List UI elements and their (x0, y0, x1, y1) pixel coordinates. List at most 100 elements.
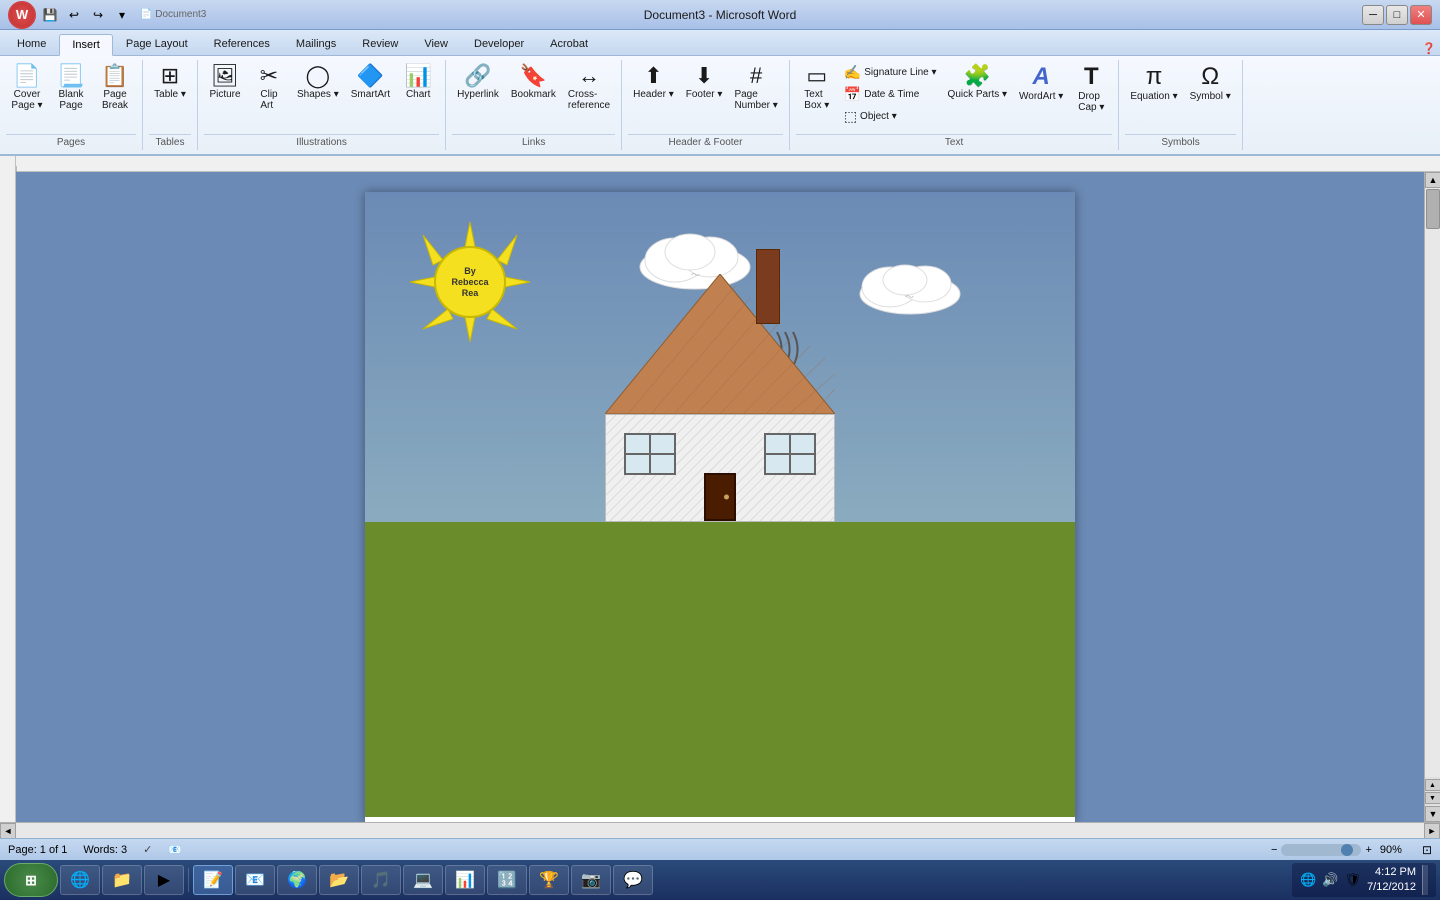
date-icon: 📅 (844, 86, 861, 103)
scroll-next-page[interactable]: ▼ (1425, 792, 1440, 804)
zoom-minus[interactable]: − (1271, 844, 1277, 856)
zoom-fit-button[interactable]: ⊡ (1422, 843, 1432, 857)
save-btn[interactable]: 💾 (40, 5, 60, 25)
customize-btn[interactable]: ▾ (112, 5, 132, 25)
quick-access-toolbar: W 💾 ↩ ↪ ▾ 📄 Document3 (8, 1, 206, 29)
wordart-button[interactable]: A WordArt ▾ (1014, 62, 1068, 105)
taskbar-mail[interactable]: 📧 (235, 865, 275, 895)
scroll-right-button[interactable]: ► (1424, 823, 1440, 838)
quick-parts-button[interactable]: 🧩 Quick Parts ▾ (943, 62, 1012, 103)
taskbar-file-mgr[interactable]: 📂 (319, 865, 359, 895)
zoom-slider[interactable] (1281, 844, 1361, 856)
taskbar-system[interactable]: 💻 (403, 865, 443, 895)
tab-view[interactable]: View (411, 33, 461, 55)
chart-button[interactable]: 📊 Chart (397, 62, 439, 103)
taskbar-calc[interactable]: 🔢 (487, 865, 527, 895)
taskbar-word[interactable]: 📝 (193, 865, 233, 895)
text-small-col: ✍ Signature Line ▾ 📅 Date & Time ⬚ Objec… (840, 62, 941, 127)
text-box-button[interactable]: ▭ TextBox ▾ (796, 62, 838, 114)
blank-page-button[interactable]: 📃 BlankPage (50, 62, 92, 114)
picture-button[interactable]: 🖼 Picture (204, 62, 246, 103)
security-icon[interactable]: 🛡 (1345, 872, 1362, 888)
tab-references[interactable]: References (201, 33, 283, 55)
scroll-prev-page[interactable]: ▲ (1425, 779, 1440, 791)
page-number-button[interactable]: # PageNumber ▾ (729, 62, 782, 114)
volume-icon[interactable]: 🔊 (1322, 872, 1338, 888)
taskbar-excel[interactable]: 📊 (445, 865, 485, 895)
zoom-plus[interactable]: + (1365, 844, 1371, 856)
scroll-left-button[interactable]: ◄ (0, 823, 16, 838)
spell-icon: ✓ (143, 843, 152, 856)
taskbar-music[interactable]: 🎵 (361, 865, 401, 895)
cover-page-label: CoverPage ▾ (11, 89, 42, 111)
tab-insert[interactable]: Insert (59, 34, 113, 56)
taskbar-explorer[interactable]: 📁 (102, 865, 142, 895)
show-desktop-btn[interactable] (1422, 865, 1428, 895)
envelope-icon-status[interactable]: 📧 (168, 843, 182, 856)
smartart-icon: 🔷 (357, 65, 384, 87)
window-right-v-bar (789, 435, 791, 473)
signature-line-button[interactable]: ✍ Signature Line ▾ (840, 62, 941, 83)
taskbar-chat[interactable]: 💬 (613, 865, 653, 895)
symbol-button[interactable]: Ω Symbol ▾ (1185, 62, 1236, 105)
footer-icon: ⬇ (695, 65, 713, 87)
equation-button[interactable]: π Equation ▾ (1125, 62, 1182, 105)
clip-art-button[interactable]: ✂ ClipArt (248, 62, 290, 114)
picture-label: Picture (209, 89, 240, 100)
tab-review[interactable]: Review (349, 33, 411, 55)
object-button[interactable]: ⬚ Object ▾ (840, 106, 941, 127)
text-box-label: TextBox ▾ (804, 89, 829, 111)
scroll-track[interactable] (1425, 188, 1440, 777)
scroll-down-button[interactable]: ▼ (1425, 806, 1440, 822)
window-left (624, 433, 676, 475)
page-break-button[interactable]: 📋 PageBreak (94, 62, 136, 114)
spell-check[interactable]: ✓ (143, 843, 152, 856)
bookmark-button[interactable]: 🔖 Bookmark (506, 62, 561, 103)
table-icon: ⊞ (161, 65, 179, 87)
h-scroll-track[interactable] (16, 823, 1424, 838)
smartart-button[interactable]: 🔷 SmartArt (346, 62, 395, 103)
close-button[interactable]: ✕ (1410, 5, 1432, 25)
taskbar-ie[interactable]: 🌐 (60, 865, 100, 895)
shapes-button[interactable]: ◯ Shapes ▾ (292, 62, 344, 103)
hyperlink-button[interactable]: 🔗 Hyperlink (452, 62, 504, 103)
illustrations-group-label: Illustrations (204, 134, 439, 148)
office-button[interactable]: W (8, 1, 36, 29)
obj-icon: ⬚ (844, 108, 857, 125)
ribbon-help[interactable]: ❓ (1422, 42, 1436, 55)
taskbar-browser[interactable]: 🌍 (277, 865, 317, 895)
minimize-button[interactable]: ─ (1362, 5, 1384, 25)
footer-button[interactable]: ⬇ Footer ▾ (681, 62, 728, 103)
redo-btn[interactable]: ↪ (88, 5, 108, 25)
text-content: ▭ TextBox ▾ ✍ Signature Line ▾ 📅 Date & … (796, 62, 1113, 132)
tab-home[interactable]: Home (4, 33, 59, 55)
window-controls: ─ □ ✕ (1362, 5, 1432, 25)
start-button[interactable]: ⊞ (4, 863, 58, 897)
undo-btn[interactable]: ↩ (64, 5, 84, 25)
cover-page-button[interactable]: 📄 CoverPage ▾ (6, 62, 48, 114)
words-label: Words: 3 (83, 844, 127, 856)
taskbar-app1[interactable]: 🏆 (529, 865, 569, 895)
table-button[interactable]: ⊞ Table ▾ (149, 62, 191, 103)
tab-developer[interactable]: Developer (461, 33, 537, 55)
tab-mailings[interactable]: Mailings (283, 33, 349, 55)
cloud2-svg: 〜 (855, 252, 965, 317)
tab-page-layout[interactable]: Page Layout (113, 33, 201, 55)
door-knob (724, 495, 729, 500)
scroll-up-button[interactable]: ▲ (1425, 172, 1440, 188)
pages-content: 📄 CoverPage ▾ 📃 BlankPage 📋 PageBreak (6, 62, 136, 132)
cross-reference-button[interactable]: ↔ Cross-reference (563, 62, 615, 114)
system-clock[interactable]: 4:12 PM 7/12/2012 (1367, 865, 1416, 896)
taskbar-app2[interactable]: 📷 (571, 865, 611, 895)
status-bar: Page: 1 of 1 Words: 3 ✓ 📧 − + 90% ⊡ (0, 838, 1440, 860)
vertical-scrollbar[interactable]: ▲ ▲ ▼ ▼ (1424, 172, 1440, 822)
drop-cap-button[interactable]: T DropCap ▾ (1070, 62, 1112, 116)
header-button[interactable]: ⬆ Header ▾ (628, 62, 679, 103)
scroll-thumb[interactable] (1426, 189, 1440, 229)
tab-acrobat[interactable]: Acrobat (537, 33, 601, 55)
taskbar-media[interactable]: ▶ (144, 865, 184, 895)
date-time-button[interactable]: 📅 Date & Time (840, 84, 941, 105)
horizontal-scrollbar[interactable]: ◄ ► (0, 822, 1440, 838)
network-icon[interactable]: 🌐 (1300, 872, 1316, 888)
maximize-button[interactable]: □ (1386, 5, 1408, 25)
